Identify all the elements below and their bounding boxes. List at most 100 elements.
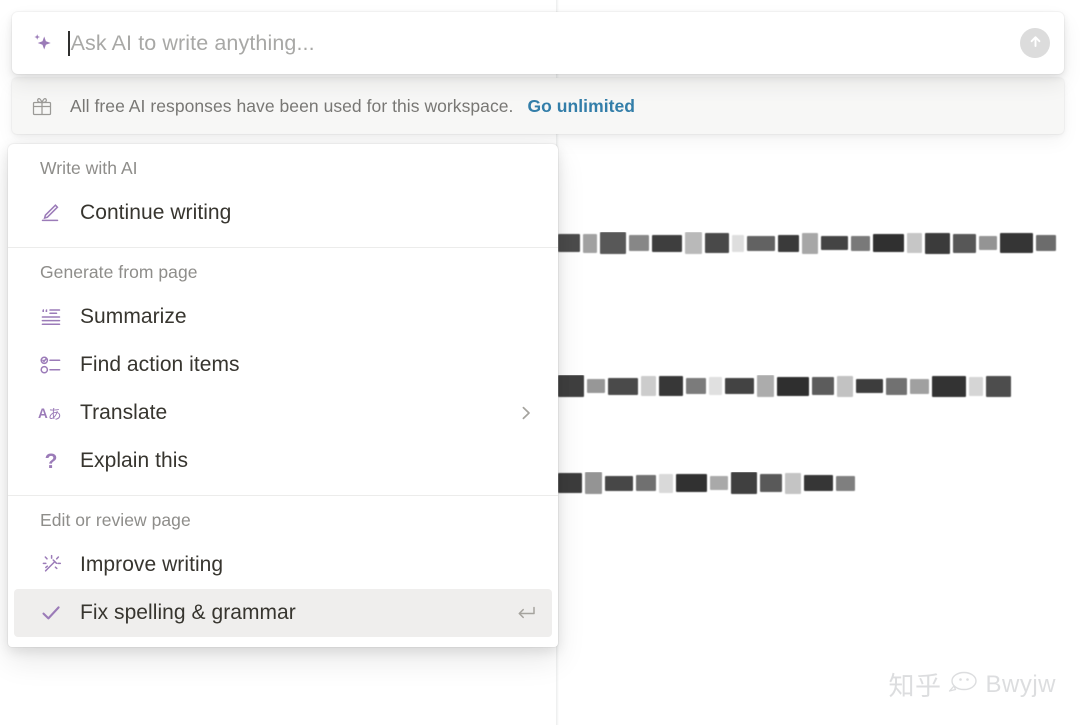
menu-item-label: Summarize	[80, 305, 187, 328]
redacted-glyph	[600, 232, 626, 254]
redacted-glyph	[757, 375, 774, 397]
menu-section-title: Generate from page	[40, 262, 198, 282]
redacted-glyph	[725, 378, 754, 394]
svg-text:A: A	[38, 406, 48, 421]
redacted-glyph	[747, 235, 775, 251]
arrow-up-icon	[1027, 33, 1044, 53]
gift-icon	[30, 94, 54, 118]
ai-prompt-bar[interactable]: Ask AI to write anything...	[12, 12, 1064, 74]
redacted-glyph	[812, 377, 834, 395]
ai-prompt-input[interactable]: Ask AI to write anything...	[68, 12, 1010, 74]
watermark-handle: Bwyjw	[985, 670, 1056, 698]
redacted-glyph	[731, 472, 757, 494]
redacted-glyph	[710, 476, 728, 490]
quote-lines-icon	[38, 304, 64, 330]
redacted-glyph	[659, 376, 683, 396]
go-unlimited-link[interactable]: Go unlimited	[527, 96, 635, 117]
redacted-glyph	[705, 233, 729, 253]
menu-item-improve-writing[interactable]: Improve writing	[14, 541, 552, 589]
redacted-glyph	[836, 475, 855, 491]
redacted-glyph	[821, 236, 848, 250]
redacted-glyph	[979, 236, 997, 250]
menu-section: Generate from page Summarize Find action i…	[8, 247, 558, 495]
redacted-glyph	[641, 376, 656, 396]
redacted-glyph	[685, 232, 702, 254]
redacted-glyph	[851, 235, 870, 251]
redacted-glyph	[558, 234, 580, 252]
translate-icon: Aあ	[38, 400, 64, 426]
redacted-glyph	[778, 234, 799, 252]
submit-button[interactable]	[1020, 28, 1050, 58]
menu-item-label: Improve writing	[80, 553, 224, 576]
question-mark-icon: ?	[38, 448, 64, 474]
menu-item-translate[interactable]: A あ Translate	[14, 389, 552, 437]
redacted-glyph	[659, 473, 673, 493]
redacted-glyph	[605, 475, 633, 491]
menu-section-title: Write with AI	[40, 158, 138, 178]
redacted-glyph	[709, 377, 722, 395]
ai-prompt-placeholder: Ask AI to write anything...	[70, 30, 315, 55]
redacted-glyph	[986, 375, 1011, 397]
redacted-glyph	[608, 377, 638, 395]
redacted-glyph	[925, 232, 950, 254]
menu-item-continue-writing[interactable]: Continue writing	[14, 189, 552, 237]
redacted-glyph	[686, 378, 706, 394]
menu-section: Edit or review page Improve writing Fix sp…	[8, 495, 558, 647]
sparkle-icon	[30, 31, 54, 55]
redacted-text-line	[558, 232, 1059, 258]
menu-item-label: Translate	[80, 401, 168, 424]
redacted-glyph	[676, 474, 707, 492]
redacted-glyph	[732, 234, 744, 252]
menu-section-title: Edit or review page	[40, 510, 191, 530]
redacted-glyph	[969, 376, 983, 396]
menu-item-summarize[interactable]: Summarize	[14, 293, 552, 341]
menu-item-label: Continue writing	[80, 201, 232, 224]
menu-item-label: Explain this	[80, 449, 188, 472]
redacted-glyph	[777, 376, 809, 396]
checklist-icon	[38, 352, 64, 378]
text-caret	[68, 30, 70, 56]
redacted-glyph	[583, 233, 597, 253]
notice-message: All free AI responses have been used for…	[70, 95, 514, 116]
redacted-glyph	[652, 234, 682, 252]
redacted-glyph	[1036, 235, 1056, 251]
watermark-site: 知乎	[888, 671, 942, 701]
redacted-glyph	[907, 233, 922, 253]
redacted-glyph	[837, 375, 853, 397]
redacted-glyph	[910, 378, 929, 394]
redacted-glyph	[873, 234, 904, 252]
redacted-glyph	[785, 472, 801, 494]
pencil-write-icon	[38, 200, 64, 226]
redacted-glyph	[629, 235, 649, 251]
redacted-glyph	[585, 472, 602, 494]
menu-item-find-action-items[interactable]: Find action items	[14, 341, 552, 389]
ai-actions-menu[interactable]: Write with AI Continue writing Generate fr…	[8, 144, 558, 647]
watermark: 知乎 Bwyjw	[888, 666, 1056, 703]
chat-bubble-icon	[948, 669, 978, 700]
redacted-glyph	[886, 377, 907, 395]
redacted-glyph	[856, 379, 883, 393]
return-key-icon	[514, 601, 538, 625]
redacted-glyph	[760, 474, 782, 492]
redacted-glyph	[953, 233, 976, 253]
redacted-text-line	[558, 472, 858, 498]
redacted-glyph	[1000, 233, 1033, 253]
menu-item-label: Find action items	[80, 353, 240, 376]
menu-item-fix-spelling-grammar[interactable]: Fix spelling & grammar	[14, 589, 552, 637]
chevron-right-icon[interactable]	[514, 401, 538, 425]
svg-text:?: ?	[45, 450, 58, 473]
redacted-glyph	[804, 475, 833, 491]
redacted-glyph	[932, 375, 966, 397]
redacted-text-line	[558, 375, 1014, 401]
redacted-glyph	[558, 473, 582, 493]
check-icon	[38, 600, 64, 626]
redacted-glyph	[587, 379, 605, 393]
magic-wand-icon	[38, 552, 64, 578]
menu-section: Write with AI Continue writing	[8, 144, 558, 247]
redacted-glyph	[558, 375, 584, 397]
menu-item-label: Fix spelling & grammar	[80, 601, 296, 624]
redacted-glyph	[802, 232, 818, 254]
free-quota-notice-bar: All free AI responses have been used for…	[12, 78, 1064, 134]
svg-text:あ: あ	[48, 407, 62, 423]
menu-item-explain-this[interactable]: ? Explain this	[14, 437, 552, 485]
